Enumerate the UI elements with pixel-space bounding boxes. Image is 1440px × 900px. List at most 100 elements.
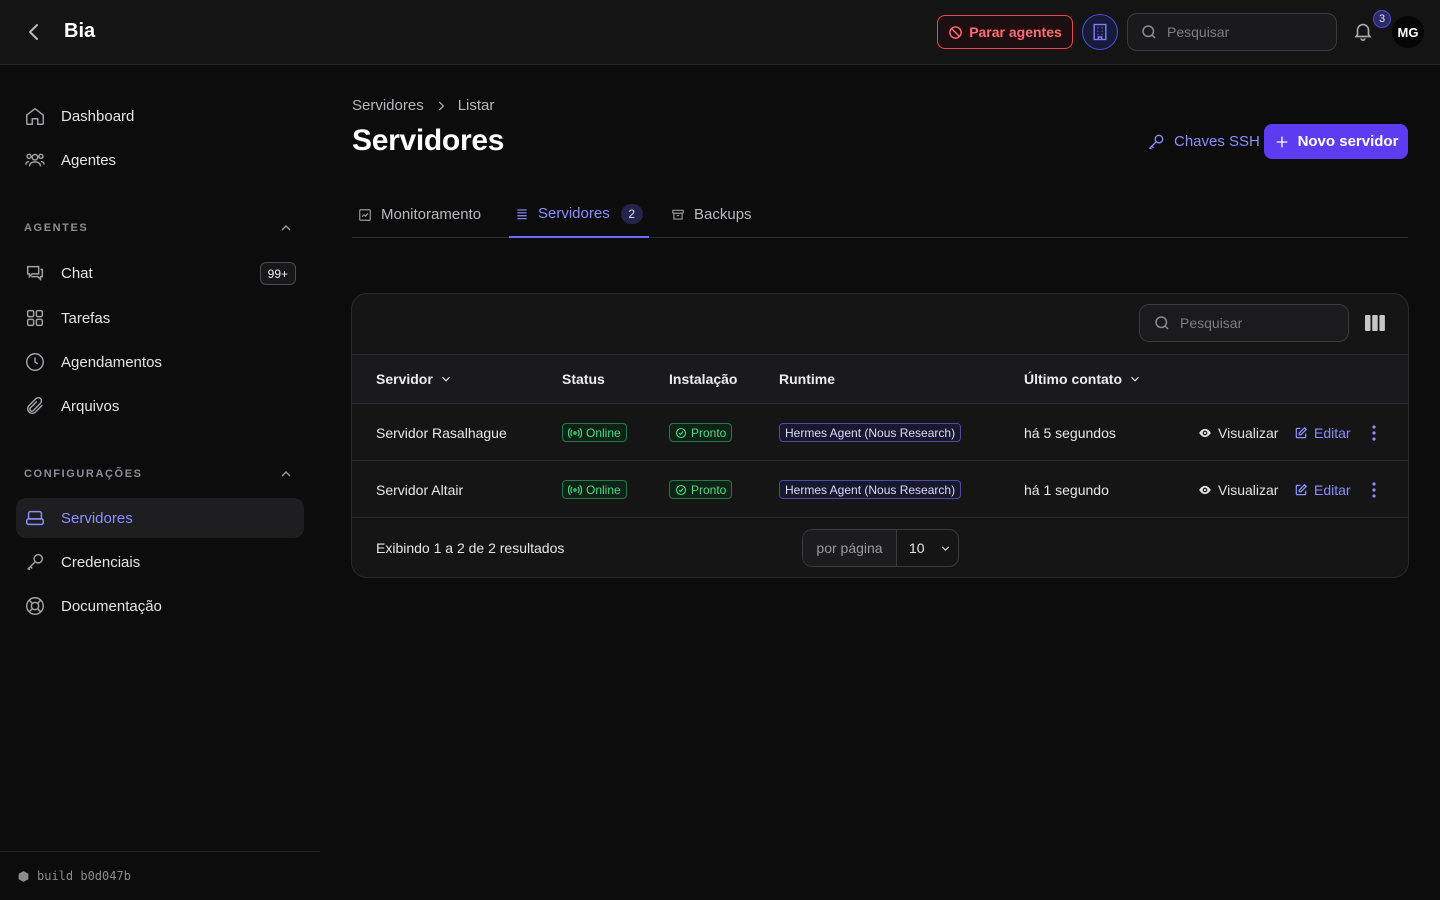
chat-count-badge: 99+ <box>259 262 296 285</box>
chat-icon <box>26 265 44 282</box>
table-toolbar <box>352 294 1408 354</box>
section-title-configuracoes: CONFIGURAÇÕES <box>24 468 143 480</box>
table-search-input[interactable] <box>1180 315 1330 331</box>
eye-icon <box>1199 428 1211 437</box>
per-page-value: 10 <box>909 540 925 556</box>
tab-monitoramento[interactable]: Monitoramento <box>352 191 487 238</box>
per-page-select[interactable]: por página 10 <box>802 529 959 567</box>
install-cell: Pronto <box>669 461 733 518</box>
chevron-down-icon <box>1131 376 1139 382</box>
plus-icon <box>1276 136 1287 147</box>
per-page-dropdown[interactable]: 10 <box>897 530 958 566</box>
view-button[interactable]: Visualizar <box>1198 425 1278 441</box>
column-label: Último contato <box>1024 371 1122 387</box>
install-badge: Pronto <box>669 423 733 442</box>
sidebar-item-chat[interactable]: Chat 99+ <box>16 253 304 293</box>
edit-button[interactable]: Editar <box>1294 425 1351 441</box>
tab-label: Monitoramento <box>381 206 482 223</box>
building-icon <box>1093 23 1107 41</box>
last-contact: há 5 segundos <box>1024 424 1116 441</box>
status-cell: Online <box>562 404 627 461</box>
organization-button[interactable] <box>1082 14 1118 50</box>
more-vertical-icon[interactable] <box>1367 424 1381 442</box>
notifications-button[interactable] <box>1352 20 1376 44</box>
chevron-up-icon[interactable] <box>278 220 294 236</box>
build-info: build b0d047b <box>0 851 320 900</box>
chevron-up-icon[interactable] <box>278 466 294 482</box>
view-button[interactable]: Visualizar <box>1198 482 1278 498</box>
install-cell: Pronto <box>669 404 733 461</box>
ssh-keys-label: Chaves SSH <box>1174 133 1260 150</box>
tab-backups[interactable]: Backups <box>665 191 758 238</box>
back-button[interactable] <box>22 20 46 44</box>
column-header-status: Status <box>562 371 605 387</box>
key-icon <box>27 553 44 571</box>
app-title: Bia <box>64 20 96 42</box>
bell-icon <box>1354 23 1372 41</box>
sidebar-item-label: Arquivos <box>61 397 120 415</box>
key-icon <box>1148 134 1164 150</box>
search-icon <box>1142 25 1156 39</box>
actions-cell: Visualizar <box>1198 404 1278 461</box>
column-header-servidor[interactable]: Servidor <box>376 371 453 387</box>
chevron-left-icon <box>29 24 38 40</box>
sidebar-item-label: Credenciais <box>61 553 141 571</box>
sidebar-item-label: Dashboard <box>61 107 135 125</box>
chevron-down-icon <box>941 545 949 551</box>
stop-agents-button[interactable]: Parar agentes <box>937 15 1073 49</box>
new-server-button[interactable]: Novo servidor <box>1264 124 1408 159</box>
notifications-count: 3 <box>1373 10 1391 28</box>
home-icon <box>26 107 44 125</box>
tab-servidores[interactable]: Servidores 2 <box>509 191 649 238</box>
sidebar-item-dashboard[interactable]: Dashboard <box>16 96 304 136</box>
ssh-keys-button[interactable]: Chaves SSH <box>1144 124 1262 159</box>
global-search-input[interactable] <box>1167 24 1317 40</box>
runtime-cell: Hermes Agent (Nous Research) <box>779 461 962 518</box>
ban-icon <box>949 25 962 39</box>
sidebar-item-label: Chat <box>61 264 93 282</box>
sidebar-item-arquivos[interactable]: Arquivos <box>16 386 304 426</box>
list-icon <box>517 208 527 219</box>
clock-icon <box>26 353 44 371</box>
sidebar-item-agendamentos[interactable]: Agendamentos <box>16 342 304 382</box>
table-footer: Exibindo 1 a 2 de 2 resultados por págin… <box>352 518 1408 577</box>
column-header-runtime: Runtime <box>779 371 835 387</box>
sidebar-item-tarefas[interactable]: Tarefas <box>16 298 304 338</box>
breadcrumb-servidores[interactable]: Servidores <box>352 97 424 114</box>
sidebar-item-servidores[interactable]: Servidores <box>16 498 304 538</box>
more-vertical-icon[interactable] <box>1367 481 1381 499</box>
sidebar: Dashboard Agentes AGENTES Chat 99+ Taref… <box>0 65 320 900</box>
edit-label: Editar <box>1314 424 1351 441</box>
last-contact: há 1 segundo <box>1024 481 1109 498</box>
sidebar-item-credenciais[interactable]: Credenciais <box>16 542 304 582</box>
edit-button[interactable]: Editar <box>1294 482 1351 498</box>
server-name: Servidor Altair <box>376 481 464 498</box>
sidebar-item-label: Servidores <box>61 509 133 527</box>
server-icon <box>26 510 44 526</box>
edit-cell: Editar <box>1294 404 1351 461</box>
view-label: Visualizar <box>1218 424 1279 441</box>
table-search[interactable] <box>1139 304 1349 342</box>
column-header-ultimo-contato[interactable]: Último contato <box>1024 371 1142 387</box>
breadcrumb-listar: Listar <box>457 97 495 114</box>
status-badge: Online <box>562 480 627 499</box>
top-bar: Bia Parar agentes 3 MG <box>0 0 1440 65</box>
more-cell <box>1367 461 1381 518</box>
table-row: Servidor Rasalhague Online Pronto Hermes… <box>352 404 1408 461</box>
breadcrumb: Servidores Listar <box>352 97 494 114</box>
columns-icon[interactable] <box>1365 314 1385 332</box>
signal-icon <box>568 484 582 495</box>
sidebar-item-documentacao[interactable]: Documentação <box>16 586 304 626</box>
build-label: build b0d047b <box>37 869 131 883</box>
status-label: Online <box>586 425 621 440</box>
avatar[interactable]: MG <box>1392 16 1424 48</box>
runtime-cell: Hermes Agent (Nous Research) <box>779 404 962 461</box>
results-summary: Exibindo 1 a 2 de 2 resultados <box>376 540 565 556</box>
tab-count-badge: 2 <box>620 203 643 224</box>
chevron-down-icon <box>441 376 450 382</box>
global-search[interactable] <box>1127 13 1337 51</box>
column-label: Servidor <box>376 371 433 387</box>
edit-icon <box>1295 426 1308 438</box>
sidebar-item-agentes[interactable]: Agentes <box>16 140 304 180</box>
install-badge: Pronto <box>669 480 733 499</box>
